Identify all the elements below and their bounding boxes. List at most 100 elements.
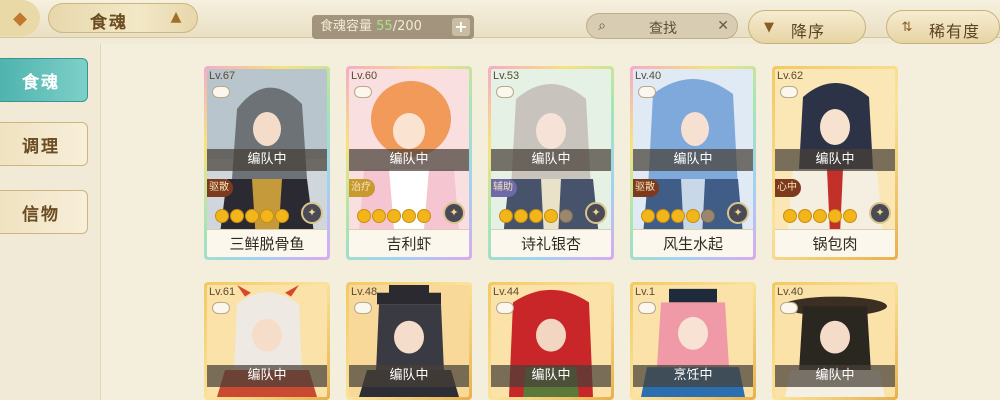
status-badge: 编队中 [775, 149, 895, 171]
food-soul-card[interactable]: Lv.67 编队中 驱散 ✦ 三鲜脱骨鱼 [204, 66, 330, 260]
role-badge: 驱散 [207, 179, 233, 197]
sort-order-label: 降序 [791, 22, 826, 41]
capacity-total: /200 [392, 19, 422, 34]
chat-bubble-icon[interactable] [780, 302, 798, 314]
chat-bubble-icon[interactable] [212, 302, 230, 314]
element-icon: ✦ [301, 202, 323, 224]
star-icon [260, 209, 274, 223]
star-icon [357, 209, 371, 223]
sort-swap-icon: ⇅ [901, 20, 913, 35]
chat-bubble-icon[interactable] [496, 86, 514, 98]
search-label: 查找 [649, 21, 677, 37]
status-badge: 编队中 [633, 149, 753, 171]
star-icon [417, 209, 431, 223]
level-label: Lv.1 [635, 286, 655, 298]
star-icon [701, 209, 715, 223]
character-name: 诗礼银杏 [491, 229, 611, 257]
role-badge: 驱散 [633, 179, 659, 197]
character-name: 吉利虾 [349, 229, 469, 257]
food-soul-card[interactable]: Lv.53 编队中 辅助 ✦ 诗礼银杏 [488, 66, 614, 260]
level-label: Lv.61 [209, 286, 236, 298]
star-rating [357, 209, 431, 223]
star-icon [843, 209, 857, 223]
element-icon: ✦ [585, 202, 607, 224]
chat-bubble-icon[interactable] [638, 86, 656, 98]
star-icon [686, 209, 700, 223]
character-name: 风生水起 [633, 229, 753, 257]
add-capacity-button[interactable]: + [452, 18, 470, 36]
status-badge: 编队中 [775, 365, 895, 387]
chat-bubble-icon[interactable] [212, 86, 230, 98]
element-icon: ✦ [869, 202, 891, 224]
star-rating [641, 209, 715, 223]
star-icon [813, 209, 827, 223]
role-badge: 治疗 [349, 179, 375, 197]
status-badge: 编队中 [207, 149, 327, 171]
food-soul-card[interactable]: Lv.48 编队中 [346, 282, 472, 400]
star-icon [828, 209, 842, 223]
element-icon: ✦ [727, 202, 749, 224]
star-icon [514, 209, 528, 223]
element-icon: ✦ [443, 202, 465, 224]
food-soul-card[interactable]: Lv.44 编队中 [488, 282, 614, 400]
diamond-back-icon[interactable]: ◆ [0, 0, 40, 36]
status-badge: 烹饪中 [633, 365, 753, 387]
star-icon [798, 209, 812, 223]
star-icon [641, 209, 655, 223]
star-icon [559, 209, 573, 223]
down-triangle-icon: ▼ [764, 20, 774, 35]
star-icon [671, 209, 685, 223]
chat-bubble-icon[interactable] [638, 302, 656, 314]
star-rating [499, 209, 573, 223]
role-badge: 辅助 [491, 179, 517, 197]
level-label: Lv.60 [351, 70, 378, 82]
chat-bubble-icon[interactable] [780, 86, 798, 98]
food-soul-card[interactable]: Lv.62 编队中 心中 ✦ 锅包肉 [772, 66, 898, 260]
sort-order-button[interactable]: ▼ 降序 [748, 10, 866, 44]
crown-icon[interactable]: ▲ [165, 9, 187, 25]
food-soul-card[interactable]: Lv.60 编队中 治疗 ✦ 吉利虾 [346, 66, 472, 260]
capacity-label: 食魂容量 [320, 19, 373, 34]
level-label: Lv.40 [777, 286, 804, 298]
star-icon [230, 209, 244, 223]
character-name: 三鲜脱骨鱼 [207, 229, 327, 257]
tab-food-souls[interactable]: 食魂 [0, 58, 88, 102]
food-soul-card[interactable]: Lv.1 烹饪中 [630, 282, 756, 400]
sort-rarity-button[interactable]: ⇅ 稀有度 [886, 10, 1000, 44]
clear-icon[interactable]: ✕ [717, 18, 729, 34]
status-badge: 编队中 [491, 365, 611, 387]
status-badge: 编队中 [207, 365, 327, 387]
search-icon: ⌕ [598, 18, 606, 34]
star-icon [402, 209, 416, 223]
level-label: Lv.44 [493, 286, 520, 298]
star-icon [245, 209, 259, 223]
side-navigation: 食魂 调理 信物 [0, 40, 100, 400]
capacity-display: 食魂容量 55/200 + [312, 15, 474, 39]
star-icon [529, 209, 543, 223]
capacity-current: 55 [376, 19, 393, 34]
level-label: Lv.48 [351, 286, 378, 298]
status-badge: 编队中 [491, 149, 611, 171]
chat-bubble-icon[interactable] [354, 302, 372, 314]
sort-rarity-label: 稀有度 [929, 22, 981, 41]
star-icon [783, 209, 797, 223]
status-badge: 编队中 [349, 365, 469, 387]
tab-seasoning[interactable]: 调理 [0, 122, 88, 166]
star-icon [275, 209, 289, 223]
level-label: Lv.67 [209, 70, 236, 82]
star-icon [499, 209, 513, 223]
chat-bubble-icon[interactable] [496, 302, 514, 314]
tab-tokens[interactable]: 信物 [0, 190, 88, 234]
level-label: Lv.62 [777, 70, 804, 82]
level-label: Lv.53 [493, 70, 520, 82]
search-input[interactable]: ⌕ 查找 ✕ [586, 13, 738, 39]
chat-bubble-icon[interactable] [354, 86, 372, 98]
star-icon [387, 209, 401, 223]
food-soul-card[interactable]: Lv.40 编队中 [772, 282, 898, 400]
star-icon [215, 209, 229, 223]
food-soul-card[interactable]: Lv.40 编队中 驱散 ✦ 风生水起 [630, 66, 756, 260]
character-name: 锅包肉 [775, 229, 895, 257]
role-badge: 心中 [775, 179, 801, 197]
food-soul-card[interactable]: Lv.61 编队中 [204, 282, 330, 400]
star-rating [783, 209, 857, 223]
